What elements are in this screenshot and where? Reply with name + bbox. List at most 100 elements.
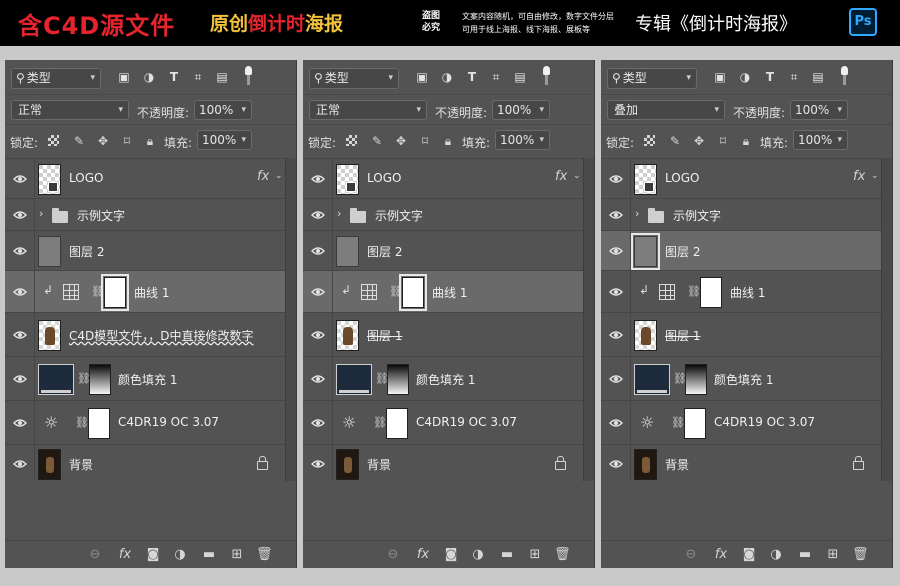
visibility-eye-icon[interactable] <box>13 459 27 469</box>
new-group-folder-icon[interactable]: ▬ <box>201 547 217 563</box>
layer-row[interactable]: 图层 2 <box>601 230 881 270</box>
layers-scrollbar[interactable] <box>881 158 892 481</box>
layer-effects-fx-icon[interactable]: fx <box>853 169 865 184</box>
layers-scrollbar[interactable] <box>583 158 594 481</box>
opacity-input[interactable]: 100% ▾ <box>194 100 252 120</box>
add-layer-style-icon[interactable]: fx <box>415 547 431 563</box>
filter-pixel-icon[interactable]: ▣ <box>117 70 131 84</box>
filter-adjustment-icon[interactable]: ◑ <box>440 70 454 84</box>
layer-mask-thumbnail[interactable] <box>684 408 706 439</box>
add-layer-style-icon[interactable]: fx <box>713 547 729 563</box>
lock-pixels-brush-icon[interactable]: ✎ <box>72 134 86 148</box>
link-layers-icon[interactable]: ⊖ <box>385 547 401 563</box>
visibility-eye-icon[interactable] <box>311 174 325 184</box>
layer-row[interactable]: ↲ ⛓ 曲线 1 <box>303 270 583 312</box>
layer-row[interactable]: ⛓ 颜色填充 1 <box>5 356 285 400</box>
lock-artboard-icon[interactable]: ⌑ <box>716 134 730 148</box>
new-group-folder-icon[interactable]: ▬ <box>797 547 813 563</box>
chevron-right-icon[interactable]: › <box>635 207 639 220</box>
chain-link-icon[interactable]: ⛓ <box>75 416 89 430</box>
visibility-eye-icon[interactable] <box>609 330 623 340</box>
visibility-eye-icon[interactable] <box>13 374 27 384</box>
lock-artboard-icon[interactable]: ⌑ <box>120 134 134 148</box>
new-layer-icon[interactable]: ⊞ <box>229 547 245 563</box>
filter-smart-object-icon[interactable]: ▤ <box>811 70 825 84</box>
delete-layer-trash-icon[interactable]: 🗑︎ <box>256 547 273 563</box>
layer-row[interactable]: › 示例文字 <box>5 198 285 230</box>
lock-all-icon[interactable]: 🔒︎ <box>739 134 753 148</box>
layer-mask-thumbnail[interactable] <box>387 364 409 395</box>
layers-scrollbar[interactable] <box>285 158 296 481</box>
lock-pixels-brush-icon[interactable]: ✎ <box>370 134 384 148</box>
layer-row[interactable]: ↲ ⛓ 曲线 1 <box>5 270 285 312</box>
filter-type-icon[interactable]: T <box>167 70 181 84</box>
chain-link-icon[interactable]: ⛓ <box>91 285 105 299</box>
fill-input[interactable]: 100% ▾ <box>495 130 550 150</box>
filter-kind-select[interactable]: ⚲ 类型 ▾ <box>309 68 399 89</box>
layer-row[interactable]: › 示例文字 <box>601 198 881 230</box>
filter-adjustment-icon[interactable]: ◑ <box>738 70 752 84</box>
visibility-eye-icon[interactable] <box>13 246 27 256</box>
layer-row[interactable]: 背景 <box>303 444 583 481</box>
visibility-eye-icon[interactable] <box>311 418 325 428</box>
filter-shape-icon[interactable]: ⌗ <box>191 70 205 84</box>
filter-type-icon[interactable]: T <box>763 70 777 84</box>
lock-position-move-icon[interactable]: ✥ <box>394 134 408 148</box>
chain-link-icon[interactable]: ⛓ <box>671 416 685 430</box>
visibility-eye-icon[interactable] <box>609 418 623 428</box>
layer-mask-thumbnail[interactable] <box>700 277 722 308</box>
blend-mode-select[interactable]: 正常 ▾ <box>11 100 129 120</box>
add-mask-icon[interactable]: ◙ <box>443 547 459 563</box>
visibility-eye-icon[interactable] <box>13 287 27 297</box>
visibility-eye-icon[interactable] <box>311 246 325 256</box>
layer-mask-thumbnail[interactable] <box>399 274 427 311</box>
filter-shape-icon[interactable]: ⌗ <box>489 70 503 84</box>
filter-toggle[interactable] <box>245 66 252 86</box>
layer-row[interactable]: C4D模型文件，，D中直接修改数字 <box>5 312 285 356</box>
layer-mask-thumbnail[interactable] <box>88 408 110 439</box>
layer-row[interactable]: ↲ ⛓ 曲线 1 <box>601 270 881 312</box>
layer-row[interactable]: 背景 <box>601 444 881 481</box>
filter-adjustment-icon[interactable]: ◑ <box>142 70 156 84</box>
filter-smart-object-icon[interactable]: ▤ <box>513 70 527 84</box>
add-mask-icon[interactable]: ◙ <box>741 547 757 563</box>
layer-row[interactable]: fx ⌄ LOGO <box>5 158 285 198</box>
lock-all-icon[interactable]: 🔒︎ <box>143 134 157 148</box>
visibility-eye-icon[interactable] <box>13 210 27 220</box>
new-adjustment-layer-icon[interactable]: ◑ <box>470 547 486 563</box>
layer-row[interactable]: fx ⌄ LOGO <box>303 158 583 198</box>
visibility-eye-icon[interactable] <box>311 210 325 220</box>
chain-link-icon[interactable]: ⛓ <box>77 372 91 386</box>
layer-row[interactable]: ☼ ⛓ C4DR19 OC 3.07 <box>303 400 583 444</box>
visibility-eye-icon[interactable] <box>13 174 27 184</box>
filter-pixel-icon[interactable]: ▣ <box>713 70 727 84</box>
chain-link-icon[interactable]: ⛓ <box>687 285 701 299</box>
new-adjustment-layer-icon[interactable]: ◑ <box>768 547 784 563</box>
layer-row[interactable]: 图层 1 <box>303 312 583 356</box>
layer-row[interactable]: 图层 1 <box>601 312 881 356</box>
chain-link-icon[interactable]: ⛓ <box>373 416 387 430</box>
add-mask-icon[interactable]: ◙ <box>145 547 161 563</box>
new-adjustment-layer-icon[interactable]: ◑ <box>172 547 188 563</box>
visibility-eye-icon[interactable] <box>609 210 623 220</box>
visibility-eye-icon[interactable] <box>13 330 27 340</box>
chevron-down-icon[interactable]: ⌄ <box>573 171 581 181</box>
chevron-down-icon[interactable]: ⌄ <box>871 171 879 181</box>
layer-mask-thumbnail[interactable] <box>101 274 129 311</box>
filter-smart-object-icon[interactable]: ▤ <box>215 70 229 84</box>
filter-pixel-icon[interactable]: ▣ <box>415 70 429 84</box>
blend-mode-select[interactable]: 正常 ▾ <box>309 100 427 120</box>
blend-mode-select[interactable]: 叠加 ▾ <box>607 100 725 120</box>
filter-kind-select[interactable]: ⚲ 类型 ▾ <box>11 68 101 89</box>
link-layers-icon[interactable]: ⊖ <box>683 547 699 563</box>
opacity-input[interactable]: 100% ▾ <box>492 100 550 120</box>
filter-kind-select[interactable]: ⚲ 类型 ▾ <box>607 68 697 89</box>
chain-link-icon[interactable]: ⛓ <box>673 372 687 386</box>
lock-position-move-icon[interactable]: ✥ <box>96 134 110 148</box>
filter-toggle[interactable] <box>841 66 848 86</box>
visibility-eye-icon[interactable] <box>609 459 623 469</box>
delete-layer-trash-icon[interactable]: 🗑︎ <box>852 547 869 563</box>
filter-shape-icon[interactable]: ⌗ <box>787 70 801 84</box>
new-group-folder-icon[interactable]: ▬ <box>499 547 515 563</box>
layer-mask-thumbnail[interactable] <box>685 364 707 395</box>
